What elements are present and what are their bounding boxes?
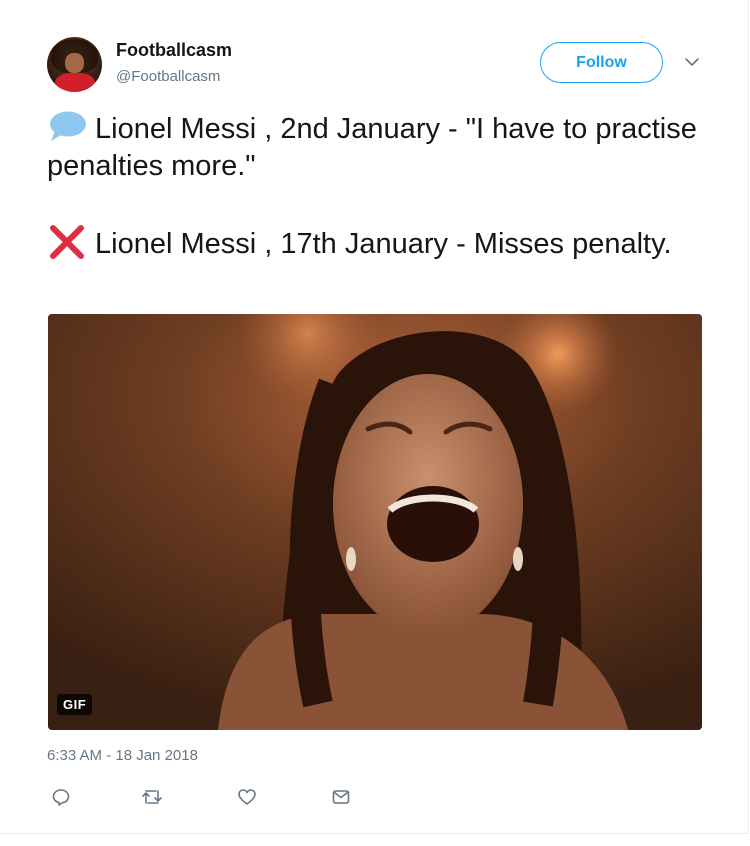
author-name[interactable]: Footballcasm [116, 40, 232, 61]
avatar[interactable] [47, 37, 102, 92]
message-button[interactable] [330, 786, 352, 808]
gif-media[interactable] [48, 314, 702, 730]
cross-mark-icon [50, 225, 84, 259]
retweet-button[interactable] [141, 786, 163, 808]
tweet-card: Footballcasm @Footballcasm Follow Lionel… [0, 0, 749, 834]
message-icon [332, 790, 350, 804]
tweet-line-1-text: Lionel Messi , 2nd January - "I have to … [47, 113, 697, 182]
reply-icon [52, 789, 70, 806]
reply-button[interactable] [50, 786, 72, 808]
chevron-down-icon[interactable] [682, 52, 702, 72]
tweet-line-2: Lionel Messi , 17th January - Misses pen… [47, 225, 717, 263]
author-handle[interactable]: @Footballcasm [116, 68, 220, 85]
gif-image [48, 314, 702, 730]
speech-bubble-icon [50, 111, 86, 141]
tweet-line-2-text: Lionel Messi , 17th January - Misses pen… [95, 228, 672, 260]
retweet-icon [142, 790, 162, 804]
like-button[interactable] [236, 786, 258, 808]
tweet-text: Lionel Messi , 2nd January - "I have to … [47, 110, 717, 263]
timestamp[interactable]: 6:33 AM - 18 Jan 2018 [47, 747, 198, 764]
gif-badge: GIF [57, 694, 93, 715]
follow-button[interactable]: Follow [540, 42, 663, 83]
like-icon [238, 789, 256, 805]
tweet-line-1: Lionel Messi , 2nd January - "I have to … [47, 110, 717, 185]
